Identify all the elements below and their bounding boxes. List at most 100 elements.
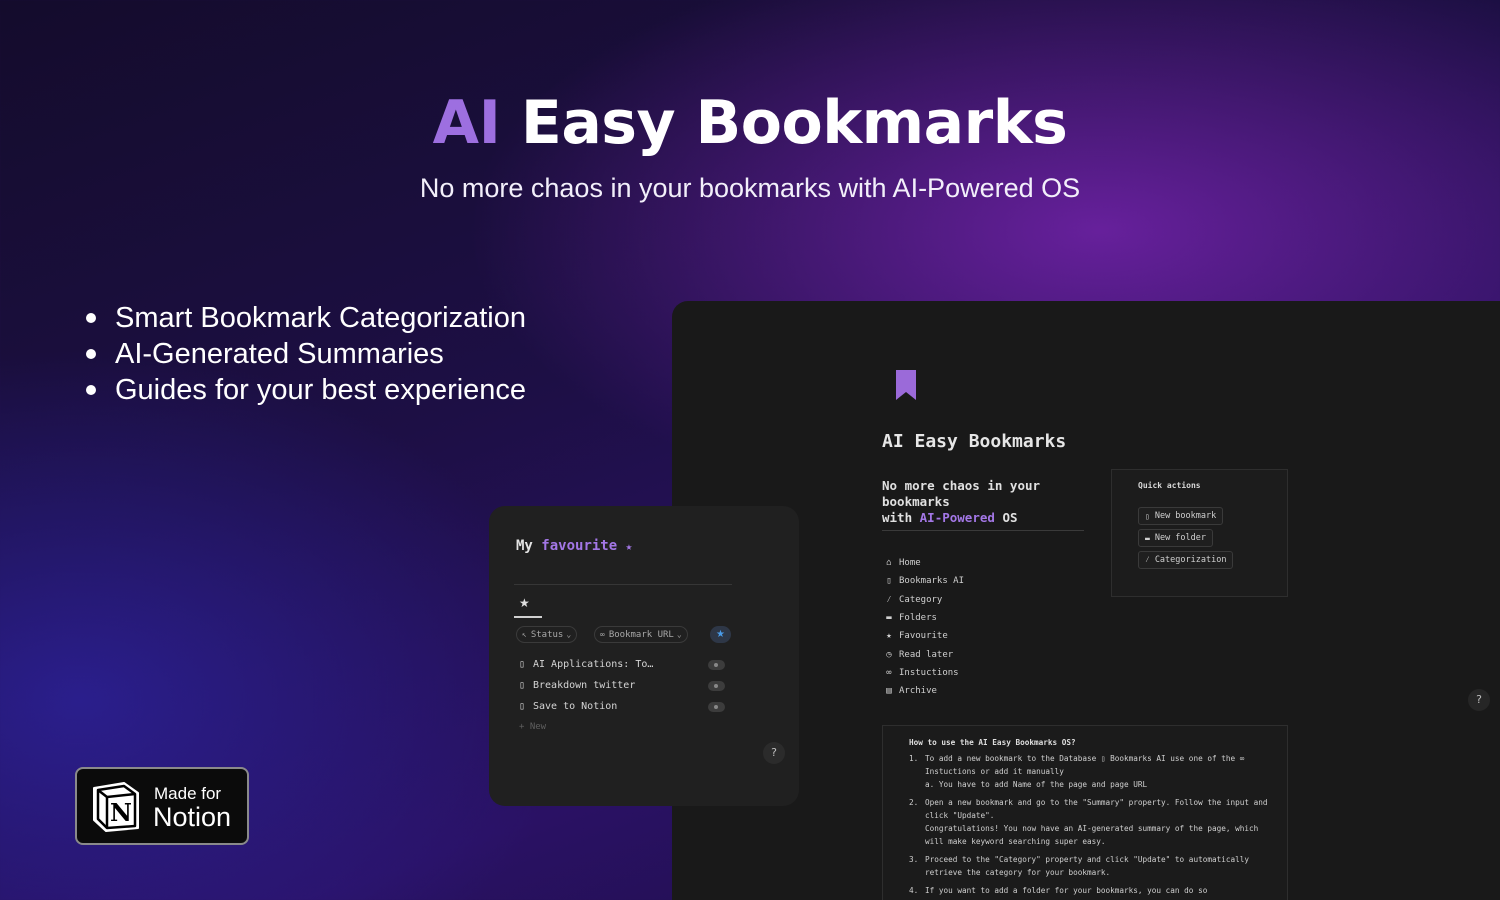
status-toggle[interactable] bbox=[708, 701, 725, 712]
page-subtitle-line: with AI-Powered OS bbox=[882, 510, 1082, 526]
status-toggle[interactable] bbox=[708, 680, 725, 691]
page-subtitle-line: bookmarks bbox=[882, 494, 950, 509]
nav-label: Favourite bbox=[899, 631, 948, 642]
nav-item-favourite[interactable]: ★ Favourite bbox=[883, 627, 964, 645]
step-number: 3. bbox=[909, 855, 919, 864]
archive-icon: ▤ bbox=[886, 686, 892, 697]
how-to-step: 4. If you want to add a folder for your b… bbox=[909, 884, 1287, 897]
badge-line2: Notion bbox=[153, 802, 232, 832]
step-text: To add a new bookmark to the Database ▯ … bbox=[925, 754, 1245, 776]
button-label: Categorization bbox=[1154, 555, 1227, 565]
bookmark-url-filter-chip[interactable]: ∞ Bookmark URL ⌄ bbox=[594, 626, 688, 643]
list-item-title: Breakdown twitter bbox=[533, 680, 636, 691]
list-item-title: Save to Notion bbox=[533, 701, 618, 712]
status-filter-chip[interactable]: ↖ Status ⌄ bbox=[516, 626, 578, 643]
gallery-view-tab[interactable]: ★ bbox=[519, 596, 530, 610]
bookmark-icon: ▯ bbox=[519, 701, 526, 712]
title-word: My bbox=[516, 538, 533, 554]
page-nav: ⌂ Home ▯ Bookmarks AI ⁄ Category ▬ Folders ★… bbox=[883, 554, 964, 700]
new-folder-button[interactable]: ▬ New folder bbox=[1138, 529, 1214, 547]
folder-icon: ▬ bbox=[1145, 533, 1150, 543]
feature-item: Smart Bookmark Categorization bbox=[86, 300, 526, 336]
chip-label: Bookmark URL bbox=[608, 629, 674, 640]
page-title: AI Easy Bookmarks bbox=[882, 431, 1067, 452]
step-text: If you want to add a folder for your boo… bbox=[925, 886, 1208, 895]
step-text: Open a new bookmark and go to the "Summa… bbox=[925, 798, 1268, 820]
list-item[interactable]: ▯ Save to Notion bbox=[519, 696, 725, 717]
how-to-step: 3. Proceed to the "Category" property and… bbox=[909, 853, 1287, 879]
wand-icon: ⁄ bbox=[1145, 555, 1150, 564]
step-text: a. You have to add Name of the page and … bbox=[925, 780, 1148, 789]
notion-logo-letter: N bbox=[110, 798, 132, 827]
quick-actions-title: Quick actions bbox=[1138, 481, 1201, 490]
feature-item: Guides for your best experience bbox=[86, 372, 526, 408]
feature-label: Smart Bookmark Categorization bbox=[115, 302, 526, 334]
badge-line1: Made for bbox=[154, 784, 222, 803]
step-number: 4. bbox=[909, 886, 919, 895]
help-button[interactable]: ? bbox=[1468, 689, 1490, 711]
page-subtitle: No more chaos in your bookmarks with AI-… bbox=[882, 478, 1082, 526]
nav-item-archive[interactable]: ▤ Archive bbox=[883, 682, 964, 700]
favourite-filter-star-icon[interactable]: ★ bbox=[710, 626, 731, 643]
nav-label: Category bbox=[899, 594, 943, 605]
star-icon: ★ bbox=[625, 540, 633, 553]
nav-item-instuctions[interactable]: ∞ Instuctions bbox=[883, 664, 964, 682]
step-number: 2. bbox=[909, 798, 919, 807]
button-label: New folder bbox=[1154, 533, 1207, 543]
quick-actions-panel: Quick actions ▯ New bookmark ▬ New folder … bbox=[1111, 469, 1288, 597]
step-number: 1. bbox=[909, 754, 919, 763]
chip-label: Status bbox=[530, 629, 564, 640]
list-item[interactable]: ▯ Breakdown twitter bbox=[519, 675, 725, 696]
nav-label: Read later bbox=[899, 649, 954, 660]
feature-list: Smart Bookmark Categorization AI-Generat… bbox=[86, 300, 526, 408]
feature-label: AI-Generated Summaries bbox=[115, 338, 444, 370]
help-button[interactable]: ? bbox=[763, 742, 785, 764]
nav-label: Bookmarks AI bbox=[899, 576, 965, 587]
wand-icon: ⁄ bbox=[886, 594, 892, 605]
clock-icon: ◷ bbox=[886, 649, 892, 660]
button-label: New bookmark bbox=[1154, 511, 1217, 521]
nav-label: Archive bbox=[899, 686, 937, 697]
bookmark-icon: ▯ bbox=[519, 659, 526, 670]
new-bookmark-button[interactable]: ▯ New bookmark bbox=[1138, 507, 1224, 525]
feature-label: Guides for your best experience bbox=[115, 374, 527, 406]
step-text: Proceed to the "Category" property and c… bbox=[925, 855, 1249, 877]
chevron-down-icon: ⌄ bbox=[566, 630, 572, 639]
nav-item-folders[interactable]: ▬ Folders bbox=[883, 609, 964, 627]
page-subtitle-line: No more chaos in your bbox=[882, 478, 1041, 493]
list-item[interactable]: ▯ AI Applications: To… bbox=[519, 654, 725, 675]
favourites-title: My favourite ★ bbox=[516, 538, 632, 554]
feature-item: AI-Generated Summaries bbox=[86, 336, 526, 372]
home-icon: ⌂ bbox=[886, 558, 892, 569]
how-to-title: How to use the AI Easy Bookmarks OS? bbox=[909, 738, 1076, 747]
nav-item-bookmarks-ai[interactable]: ▯ Bookmarks AI bbox=[883, 572, 964, 590]
how-to-step: 1. To add a new bookmark to the Database … bbox=[909, 752, 1287, 778]
nav-item-category[interactable]: ⁄ Category bbox=[883, 591, 964, 609]
categorization-button[interactable]: ⁄ Categorization bbox=[1138, 551, 1234, 569]
bookmark-icon bbox=[896, 370, 916, 400]
active-tab-indicator bbox=[514, 616, 542, 618]
star-icon: ★ bbox=[886, 631, 892, 642]
hero-title-rest: Easy Bookmarks bbox=[520, 88, 1068, 158]
divider bbox=[514, 584, 732, 585]
bullet-icon bbox=[86, 313, 96, 323]
list-item-title: AI Applications: To… bbox=[533, 659, 654, 670]
status-toggle[interactable] bbox=[708, 659, 725, 670]
nav-label: Folders bbox=[899, 613, 937, 624]
cursor-icon: ↖ bbox=[522, 630, 527, 639]
nav-label: Instuctions bbox=[899, 667, 959, 678]
nav-item-read-later[interactable]: ◷ Read later bbox=[883, 645, 964, 663]
title-highlight: favourite bbox=[541, 538, 618, 554]
made-for-notion-badge: N Made for Notion bbox=[75, 767, 249, 845]
nav-label: Home bbox=[899, 558, 921, 569]
notion-logo-icon: N bbox=[93, 782, 139, 832]
how-to-step: 2. Open a new bookmark and go to the "Sum… bbox=[909, 796, 1287, 822]
how-to-callout: How to use the AI Easy Bookmarks OS? 1. T… bbox=[882, 725, 1288, 900]
new-item-button[interactable]: + New bbox=[519, 722, 546, 732]
nav-item-home[interactable]: ⌂ Home bbox=[883, 554, 964, 572]
hero-title-ai: AI bbox=[432, 88, 501, 158]
link-icon: ∞ bbox=[886, 667, 892, 678]
hero-subtitle: No more chaos in your bookmarks with AI-… bbox=[419, 173, 1081, 203]
favourites-window: My favourite ★ ★ ↖ Status ⌄ ∞ Bookmark U… bbox=[489, 506, 799, 806]
divider bbox=[882, 530, 1084, 531]
